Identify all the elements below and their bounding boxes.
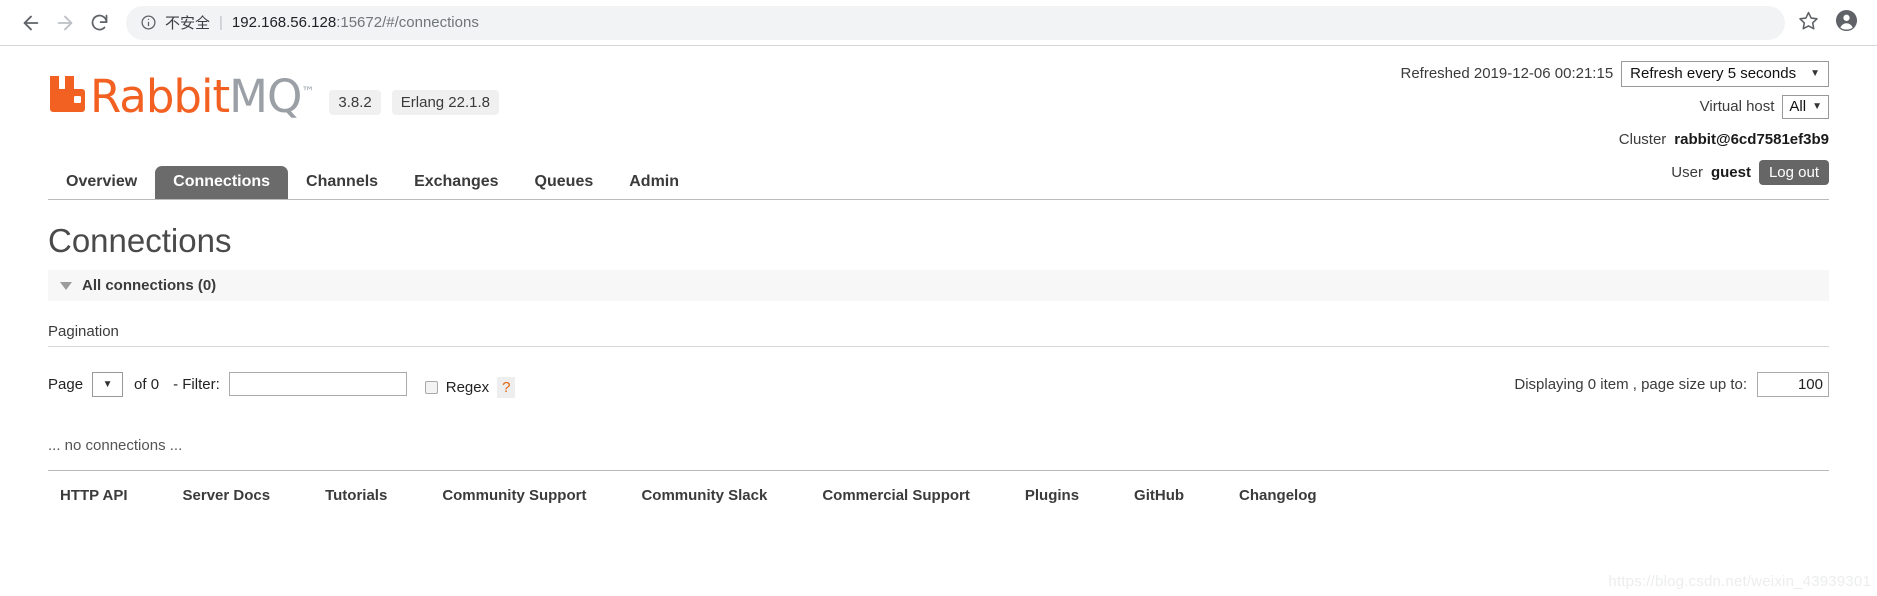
watermark: https://blog.csdn.net/weixin_43939301	[1608, 573, 1871, 590]
footer-link-http-api[interactable]: HTTP API	[60, 487, 128, 504]
logo-trademark: ™	[301, 85, 314, 100]
address-bar[interactable]: 不安全 | 192.168.56.128:15672/#/connections	[126, 5, 1785, 40]
profile-button[interactable]	[1829, 6, 1863, 40]
info-circle-icon	[140, 14, 157, 31]
filter-label: - Filter:	[173, 375, 220, 393]
refresh-interval-select[interactable]: Refresh every 5 seconds ▼	[1621, 60, 1829, 87]
footer-link-github[interactable]: GitHub	[1134, 487, 1184, 504]
footer-links: HTTP API Server Docs Tutorials Community…	[48, 471, 1829, 504]
footer-link-plugins[interactable]: Plugins	[1025, 487, 1079, 504]
rabbitmq-management-page: RabbitMQ™ 3.8.2 Erlang 22.1.8 Refreshed …	[0, 46, 1877, 504]
triangle-down-icon	[60, 281, 72, 290]
regex-checkbox[interactable]	[424, 380, 438, 394]
footer-link-community-support[interactable]: Community Support	[442, 487, 586, 504]
chevron-down-icon: ▼	[1810, 67, 1820, 79]
star-icon	[1798, 10, 1819, 36]
regex-group: Regex ?	[424, 376, 516, 398]
pagination-left-group: Page ▼ of 0 - Filter: Regex ?	[48, 371, 516, 398]
page-number-select[interactable]: ▼	[92, 371, 124, 397]
user-label: User	[1671, 164, 1703, 181]
footer-link-changelog[interactable]: Changelog	[1239, 487, 1317, 504]
logo-rabbit-text: Rabbit	[90, 70, 230, 123]
refresh-row: Refreshed 2019-12-06 00:21:15 Refresh ev…	[1400, 60, 1829, 87]
footer-link-commercial-support[interactable]: Commercial Support	[822, 487, 970, 504]
account-avatar-icon	[1835, 9, 1858, 37]
tab-queues[interactable]: Queues	[517, 166, 612, 199]
user-row: User guest Log out	[1401, 159, 1829, 186]
footer-link-server-docs[interactable]: Server Docs	[183, 487, 271, 504]
logout-button[interactable]: Log out	[1758, 159, 1829, 186]
page-header: RabbitMQ™ 3.8.2 Erlang 22.1.8 Refreshed …	[48, 46, 1829, 186]
refresh-interval-value: Refresh every 5 seconds	[1630, 64, 1797, 82]
tab-channels[interactable]: Channels	[288, 166, 396, 199]
tab-admin[interactable]: Admin	[611, 166, 697, 199]
back-button[interactable]	[14, 6, 48, 40]
url-path: :15672/#/connections	[336, 14, 479, 31]
arrow-left-icon	[20, 12, 42, 34]
reload-icon	[89, 12, 110, 33]
vhost-select[interactable]: All ▼	[1782, 94, 1829, 119]
tab-exchanges[interactable]: Exchanges	[396, 166, 516, 199]
empty-state-message: ... no connections ...	[48, 437, 1829, 471]
all-connections-section-header[interactable]: All connections (0)	[48, 270, 1829, 301]
header-status-panel: Refreshed 2019-12-06 00:21:15 Refresh ev…	[1400, 60, 1829, 192]
bookmark-button[interactable]	[1791, 6, 1825, 40]
security-status-label: 不安全	[165, 15, 211, 32]
user-name: guest	[1710, 164, 1751, 181]
pagination-controls: Page ▼ of 0 - Filter: Regex ? Displaying…	[48, 369, 1829, 399]
regex-label: Regex	[445, 378, 490, 396]
all-connections-label: All connections (0)	[82, 277, 217, 294]
logo-mq-text: MQ	[229, 70, 302, 123]
filter-input[interactable]	[228, 372, 407, 396]
pagination-heading: Pagination	[48, 323, 1829, 347]
page-total-label: of 0	[134, 375, 160, 393]
brand-block: RabbitMQ™ 3.8.2 Erlang 22.1.8	[48, 60, 499, 119]
chevron-down-icon: ▼	[1812, 100, 1822, 112]
page-size-input[interactable]	[1757, 371, 1829, 397]
chevron-down-icon: ▼	[102, 378, 113, 390]
reload-button[interactable]	[82, 6, 116, 40]
cluster-row: Cluster rabbit@6cd7581ef3b9	[1401, 126, 1829, 153]
url-text: 192.168.56.128:15672/#/connections	[232, 14, 479, 31]
page-label: Page	[48, 375, 84, 393]
address-separator: |	[219, 14, 223, 31]
rabbitmq-logo[interactable]: RabbitMQ™	[48, 74, 314, 119]
vhost-value: All	[1789, 97, 1807, 115]
rabbitmq-mark-icon	[48, 74, 88, 112]
server-version-badge: 3.8.2	[329, 90, 381, 115]
page-size-group: Displaying 0 item , page size up to:	[1514, 371, 1829, 397]
browser-toolbar-actions	[1791, 6, 1863, 40]
logo-wordmark: RabbitMQ™	[90, 74, 314, 119]
browser-tab-strip-remnant	[1623, 0, 1843, 3]
forward-button[interactable]	[48, 6, 82, 40]
cluster-label: Cluster	[1618, 131, 1667, 148]
tab-connections[interactable]: Connections	[155, 166, 289, 199]
tab-overview[interactable]: Overview	[48, 166, 155, 199]
vhost-row: Virtual host All ▼	[1401, 93, 1829, 120]
url-host: 192.168.56.128	[231, 14, 337, 31]
cluster-name: rabbit@6cd7581ef3b9	[1674, 131, 1829, 148]
browser-toolbar: 不安全 | 192.168.56.128:15672/#/connections	[0, 0, 1877, 46]
refreshed-label: Refreshed 2019-12-06 00:21:15	[1400, 65, 1614, 82]
footer-link-community-slack[interactable]: Community Slack	[641, 487, 767, 504]
regex-help-link[interactable]: ?	[497, 376, 516, 398]
version-badges: 3.8.2 Erlang 22.1.8	[329, 90, 499, 119]
page-title: Connections	[48, 222, 232, 259]
footer-link-tutorials[interactable]: Tutorials	[325, 487, 387, 504]
vhost-label: Virtual host	[1699, 98, 1775, 115]
erlang-version-badge: Erlang 22.1.8	[391, 90, 499, 115]
arrow-right-icon	[54, 12, 76, 34]
displaying-count-label: Displaying 0 item , page size up to:	[1514, 375, 1747, 393]
